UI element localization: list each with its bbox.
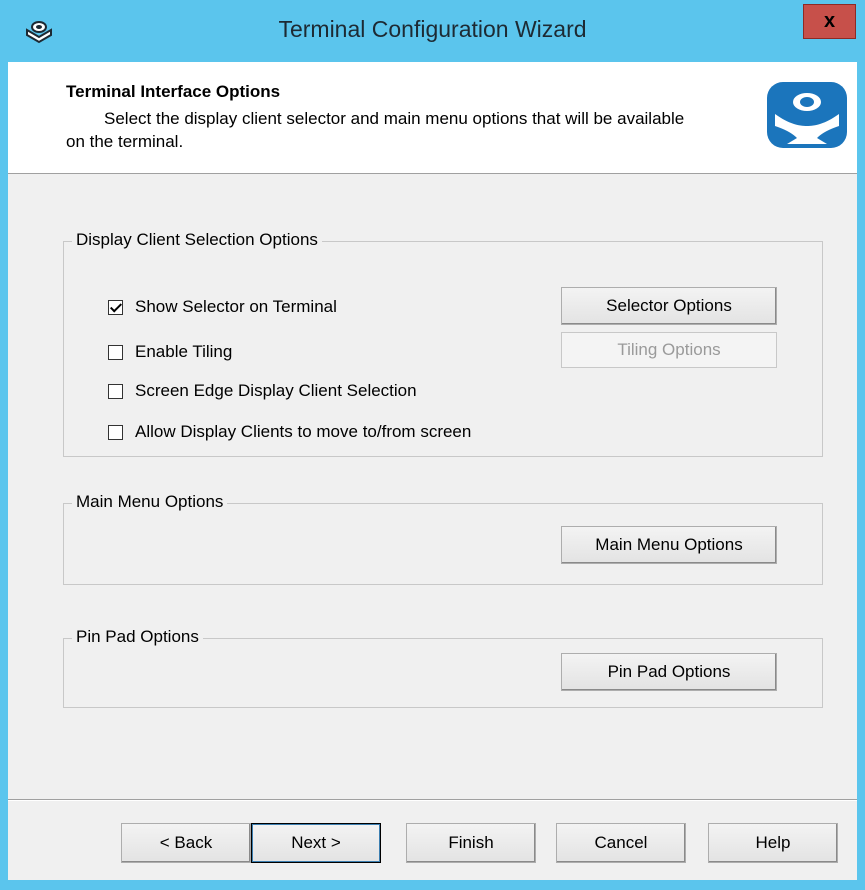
window-title: Terminal Configuration Wizard — [278, 16, 587, 42]
main-menu-options-button[interactable]: Main Menu Options — [561, 526, 777, 564]
back-button[interactable]: < Back — [121, 823, 251, 863]
footer-separator — [8, 799, 857, 801]
group-label: Pin Pad Options — [72, 627, 203, 647]
wizard-client-area: Terminal Interface Options Select the di… — [8, 62, 857, 880]
screen-edge-selection-checkbox[interactable]: Screen Edge Display Client Selection — [108, 381, 417, 401]
next-button[interactable]: Next > — [251, 823, 381, 863]
help-button[interactable]: Help — [708, 823, 838, 863]
checkbox-label: Allow Display Clients to move to/from sc… — [135, 422, 472, 441]
checkbox-box[interactable] — [108, 424, 123, 440]
allow-move-checkbox[interactable]: Allow Display Clients to move to/from sc… — [108, 422, 471, 442]
thinmanager-logo-icon — [765, 80, 849, 150]
main-menu-options-group: Main Menu Options Main Menu Options — [63, 492, 823, 585]
checkbox-box[interactable] — [108, 299, 123, 315]
group-label: Display Client Selection Options — [72, 230, 322, 250]
description-line-1: Select the display client selector and m… — [104, 109, 685, 128]
checkbox-label: Show Selector on Terminal — [135, 297, 337, 316]
tiling-options-button[interactable]: Tiling Options — [561, 332, 777, 368]
checkbox-box[interactable] — [108, 344, 123, 360]
pin-pad-options-button[interactable]: Pin Pad Options — [561, 653, 777, 691]
selector-options-button[interactable]: Selector Options — [561, 287, 777, 325]
display-client-selection-group: Display Client Selection Options Show Se… — [63, 230, 823, 457]
wizard-window: Terminal Configuration Wizard x Terminal… — [0, 0, 865, 890]
description-line-2: on the terminal. — [66, 132, 184, 151]
checkbox-box[interactable] — [108, 383, 123, 399]
group-label: Main Menu Options — [72, 492, 228, 512]
title-bar: Terminal Configuration Wizard x — [0, 0, 865, 62]
checkbox-label: Screen Edge Display Client Selection — [135, 381, 417, 400]
wizard-header: Terminal Interface Options Select the di… — [8, 62, 857, 174]
show-selector-checkbox[interactable]: Show Selector on Terminal — [108, 297, 337, 317]
cancel-button[interactable]: Cancel — [556, 823, 686, 863]
finish-button[interactable]: Finish — [406, 823, 536, 863]
checkbox-label: Enable Tiling — [135, 342, 233, 361]
pin-pad-options-group: Pin Pad Options Pin Pad Options — [63, 627, 823, 708]
close-button[interactable]: x — [803, 4, 856, 39]
page-description: Select the display client selector and m… — [66, 107, 766, 153]
enable-tiling-checkbox[interactable]: Enable Tiling — [108, 342, 232, 362]
page-title: Terminal Interface Options — [66, 82, 281, 101]
